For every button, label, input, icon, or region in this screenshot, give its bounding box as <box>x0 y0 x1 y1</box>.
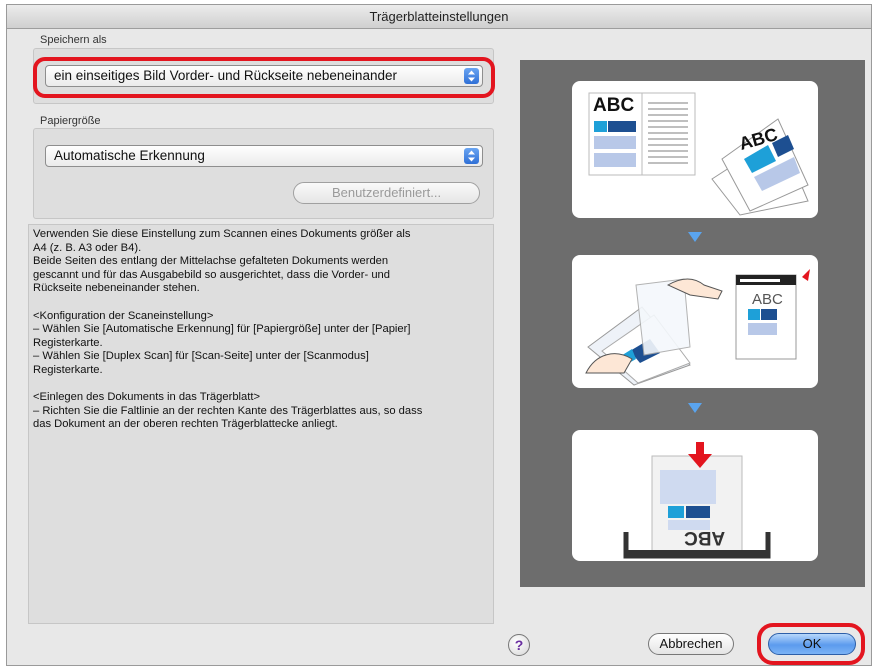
illustration-panel: ABC ABC ABC ABC <box>520 60 865 587</box>
window-title: Trägerblatteinstellungen <box>7 5 871 29</box>
description-paragraph: <Konfiguration der Scaneinstellung> – Wä… <box>33 309 411 376</box>
updown-arrows-icon <box>464 148 479 164</box>
paper-size-value: Automatische Erkennung <box>54 148 205 163</box>
abc-label: ABC <box>684 527 726 548</box>
help-button[interactable]: ? <box>508 634 530 656</box>
description-panel: Verwenden Sie diese Einstellung zum Scan… <box>28 224 494 624</box>
custom-size-button[interactable]: Benutzerdefiniert... <box>293 182 480 204</box>
ok-highlight <box>757 623 865 665</box>
abc-label: ABC <box>593 95 635 116</box>
insert-document-card: ABC <box>572 255 818 388</box>
save-as-label: Speichern als <box>40 34 107 46</box>
paper-size-label: Papiergröße <box>40 115 101 127</box>
folded-document-card: ABC ABC <box>572 81 818 218</box>
paper-size-group <box>33 128 494 219</box>
save-as-highlight <box>33 57 495 98</box>
description-paragraph: Verwenden Sie diese Einstellung zum Scan… <box>33 228 411 295</box>
cancel-button[interactable]: Abbrechen <box>648 633 734 655</box>
paper-size-select[interactable]: Automatische Erkennung <box>45 145 483 167</box>
scan-direction-card: ABC <box>572 430 818 561</box>
down-arrow-icon <box>688 403 702 413</box>
description-paragraph: <Einlegen des Dokuments in das Trägerbla… <box>33 391 423 431</box>
insert-document-illustration <box>585 269 810 386</box>
down-arrow-icon <box>688 232 702 242</box>
abc-label: ABC <box>752 291 783 308</box>
